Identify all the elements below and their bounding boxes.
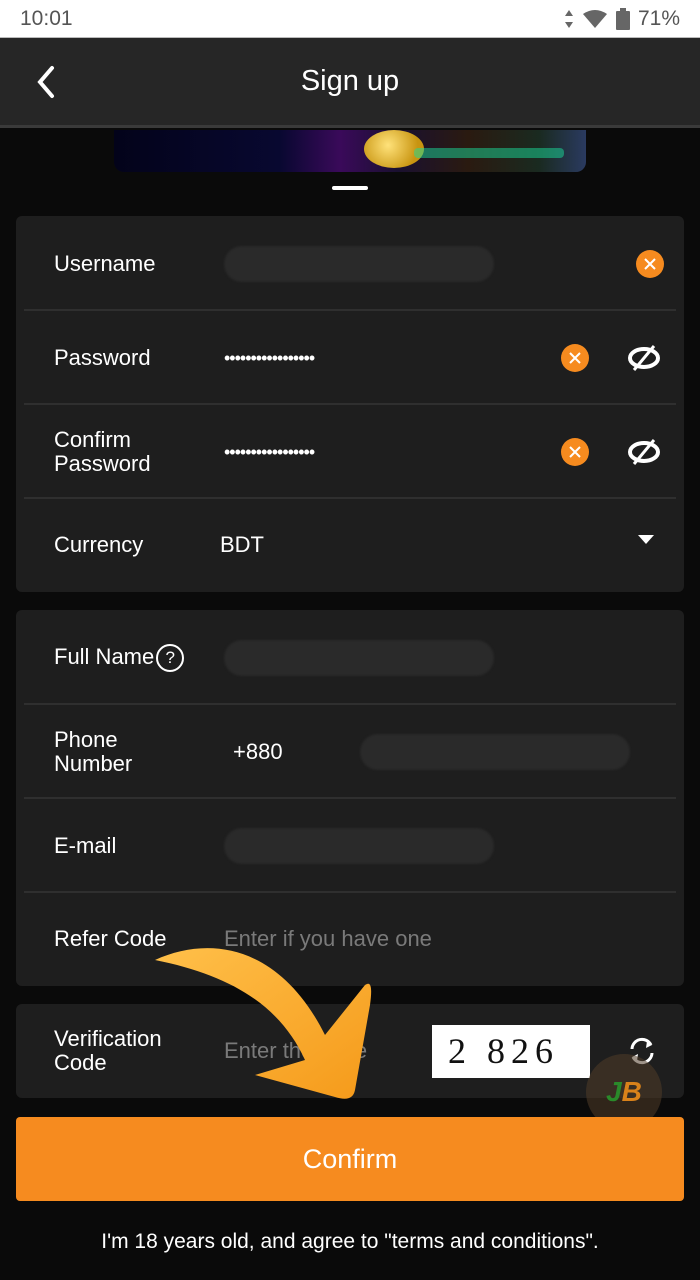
data-transfer-icon: [564, 9, 573, 28]
eye-off-icon: [628, 439, 660, 465]
verification-card: Verification Code Enter the code 2 826: [16, 1004, 684, 1098]
help-icon[interactable]: ?: [156, 643, 185, 672]
close-icon: [569, 446, 581, 458]
email-input[interactable]: [224, 828, 494, 864]
app-header: Sign up: [0, 38, 700, 128]
refer-code-label: Refer Code: [54, 925, 167, 951]
email-row: E-mail: [24, 799, 676, 893]
terms-text[interactable]: I'm 18 years old, and agree to "terms an…: [0, 1230, 700, 1254]
close-icon: [569, 352, 581, 364]
battery-icon: [615, 7, 630, 30]
promo-banner[interactable]: [114, 130, 586, 172]
profile-card: Full Name? Phone Number +880 E-mail Refer…: [16, 610, 684, 986]
account-card: Username Password ••••••••••••••••• Conf…: [16, 216, 684, 592]
full-name-row: Full Name?: [24, 610, 676, 705]
verification-input[interactable]: Enter the code: [224, 1038, 367, 1064]
password-clear-button[interactable]: [561, 344, 589, 372]
username-input[interactable]: [224, 245, 494, 282]
confirm-password-row: Confirm Password •••••••••••••••••: [24, 405, 676, 499]
currency-label: Currency: [54, 531, 144, 557]
country-code[interactable]: +880: [233, 739, 283, 765]
status-icons: 71%: [564, 7, 680, 31]
refer-code-row: Refer Code Enter if you have one: [24, 893, 676, 984]
confirm-password-label: Confirm Password: [54, 427, 151, 476]
password-visibility-toggle[interactable]: [626, 340, 662, 376]
password-label: Password: [54, 345, 151, 370]
banner-indicator: [332, 186, 368, 190]
captcha-image: 2 826: [432, 1024, 590, 1078]
status-time: 10:01: [20, 6, 73, 30]
username-clear-button[interactable]: [636, 249, 664, 278]
battery-level: 71%: [637, 6, 680, 30]
close-icon: [644, 257, 656, 270]
status-bar: 10:01 71%: [0, 0, 700, 38]
phone-input[interactable]: [360, 734, 630, 770]
caret-down-icon[interactable]: [638, 535, 654, 544]
currency-row[interactable]: Currency BDT: [24, 499, 676, 590]
full-name-label: Full Name?: [54, 643, 185, 672]
phone-row: Phone Number +880: [24, 705, 676, 799]
confirm-button[interactable]: Confirm: [16, 1117, 684, 1201]
verification-row: Verification Code Enter the code 2 826: [24, 1004, 676, 1098]
eye-off-icon: [628, 345, 660, 371]
verification-label: Verification Code: [54, 1026, 162, 1075]
chevron-left-icon: [37, 66, 54, 98]
back-button[interactable]: [28, 62, 68, 102]
password-row: Password •••••••••••••••••: [24, 311, 676, 405]
wifi-icon: [582, 9, 607, 28]
confirm-password-visibility-toggle[interactable]: [626, 434, 662, 470]
username-row: Username: [24, 216, 676, 311]
slot-machine-graphic: [414, 148, 564, 158]
page-title: Sign up: [300, 65, 400, 97]
refer-code-input[interactable]: Enter if you have one: [224, 926, 432, 952]
phone-label: Phone Number: [54, 727, 133, 776]
confirm-password-input[interactable]: •••••••••••••••••: [224, 442, 315, 463]
password-input[interactable]: •••••••••••••••••: [224, 348, 315, 369]
username-label: Username: [54, 250, 156, 276]
currency-select[interactable]: BDT: [220, 532, 264, 558]
email-label: E-mail: [54, 833, 117, 858]
full-name-input[interactable]: [224, 639, 494, 676]
confirm-password-clear-button[interactable]: [561, 438, 589, 466]
